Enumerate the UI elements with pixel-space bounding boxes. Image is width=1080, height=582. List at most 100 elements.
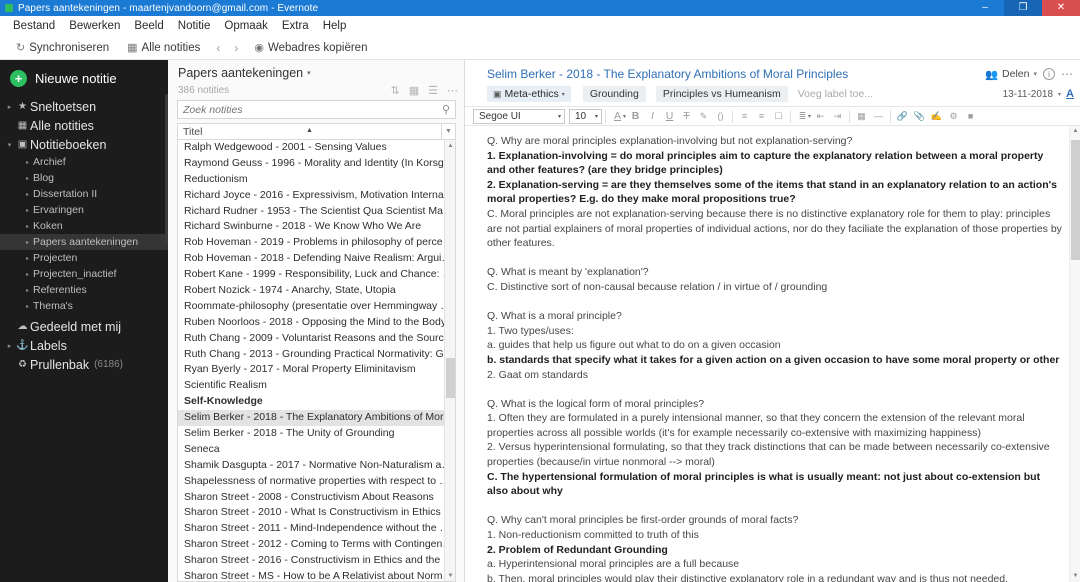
list-item[interactable]: Roommate-philosophy (presentatie over He… <box>178 299 455 315</box>
list-item[interactable]: Shamik Dasgupta - 2017 - Normative Non-N… <box>178 458 455 474</box>
list-item[interactable]: Shapelessness of normative properties wi… <box>178 474 455 490</box>
sort-icon[interactable]: ⇅ <box>391 84 400 97</box>
more-icon[interactable]: ⋯ <box>447 84 458 97</box>
minimize-button[interactable]: – <box>966 0 1004 16</box>
notebook-icon[interactable]: ☰ <box>428 84 438 97</box>
note-list[interactable]: Ralph Wedgewood - 2001 - Sensing Values … <box>177 140 456 582</box>
menu-item-extra[interactable]: Extra <box>275 16 316 36</box>
note-content[interactable]: Q. Why are moral principles explanation-… <box>465 126 1080 582</box>
chevron-down-icon[interactable]: ▾ <box>623 113 626 120</box>
list-item[interactable]: Raymond Geuss - 1996 - Morality and Iden… <box>178 156 455 172</box>
list-item[interactable]: Richard Rudner - 1953 - The Scientist Qu… <box>178 204 455 220</box>
italic-icon[interactable]: I <box>644 107 661 125</box>
menu-item-beeld[interactable]: Beeld <box>127 16 170 36</box>
font-color-A-icon[interactable]: A <box>1066 88 1074 100</box>
code-icon[interactable]: ⚙ <box>945 107 962 125</box>
note-title[interactable]: Selim Berker - 2018 - The Explanatory Am… <box>487 67 979 81</box>
note-date[interactable]: 13-11-2018 ▾ A <box>1003 88 1074 100</box>
view-options-icon[interactable]: ▦ <box>409 84 419 97</box>
sidebar-scrollbar[interactable] <box>165 94 168 244</box>
sidebar-notebook-dissertation-ii[interactable]: ▸ Dissertation II <box>0 186 168 202</box>
sidebar-notebook-blog[interactable]: ▸ Blog <box>0 170 168 186</box>
list-item[interactable]: Sharon Street - 2011 - Mind-Independence… <box>178 521 455 537</box>
list-item[interactable]: Ralph Wedgewood - 2001 - Sensing Values <box>178 140 455 156</box>
forward-button[interactable]: › <box>228 41 244 55</box>
tag-principles-vs-humeanism[interactable]: Principles vs Humeanism <box>655 86 788 102</box>
notebook-selector[interactable]: ▣ Meta-ethics ▾ <box>487 86 571 102</box>
menu-item-bewerken[interactable]: Bewerken <box>62 16 127 36</box>
list-item[interactable]: Richard Swinburne - 2018 - We Know Who W… <box>178 219 455 235</box>
sidebar-notebook-archief[interactable]: ▸ Archief <box>0 154 168 170</box>
sidebar-item-sneltoetsen[interactable]: ▸ ★ Sneltoetsen <box>0 97 168 116</box>
list-item[interactable]: Ryan Byerly - 2017 - Moral Property Elim… <box>178 362 455 378</box>
more-icon[interactable]: ⋯ <box>1061 67 1074 81</box>
indent-icon[interactable]: ⇥ <box>829 107 846 125</box>
list-item[interactable]: Rob Hoveman - 2018 - Defending Naive Rea… <box>178 251 455 267</box>
list-item[interactable]: Sharon Street - 2008 - Constructivism Ab… <box>178 490 455 506</box>
back-button[interactable]: ‹ <box>210 41 226 55</box>
menu-item-notitie[interactable]: Notitie <box>171 16 218 36</box>
menu-item-bestand[interactable]: Bestand <box>6 16 62 36</box>
all-notes-button[interactable]: ▦ Alle notities <box>119 37 208 59</box>
more-format-icon[interactable]: ■ <box>962 107 979 125</box>
outdent-icon[interactable]: ⇤ <box>812 107 829 125</box>
close-button[interactable]: ✕ <box>1042 0 1080 16</box>
column-options-icon[interactable]: ▼ <box>441 124 455 139</box>
list-item[interactable]: Robert Nozick - 1974 - Anarchy, State, U… <box>178 283 455 299</box>
scroll-thumb[interactable] <box>446 358 455 398</box>
search-box[interactable]: ⚲ <box>177 100 456 119</box>
list-item[interactable]: Sharon Street - MS - How to be A Relativ… <box>178 569 455 581</box>
list-item[interactable]: Rob Hoveman - 2019 - Problems in philoso… <box>178 235 455 251</box>
table-icon[interactable]: ▦ <box>853 107 870 125</box>
scroll-thumb[interactable] <box>1071 140 1080 260</box>
bold-icon[interactable]: B <box>627 107 644 125</box>
horizontal-rule-icon[interactable]: — <box>870 107 887 125</box>
sidebar-item-prullenbak[interactable]: ♻ Prullenbak (6186) <box>0 355 168 374</box>
list-item[interactable]: Seneca <box>178 442 455 458</box>
copy-url-button[interactable]: ◉ Webadres kopiëren <box>246 37 375 59</box>
note-list-column-header[interactable]: Titel ▲ ▼ <box>177 123 456 140</box>
menu-item-opmaak[interactable]: Opmaak <box>217 16 274 36</box>
scroll-up-icon[interactable]: ▲ <box>1070 126 1080 137</box>
editor-scrollbar[interactable]: ▲ ▼ <box>1069 126 1080 582</box>
sidebar-item-labels[interactable]: ▸ ⚓ Labels <box>0 336 168 355</box>
list-item[interactable]: Sharon Street - 2012 - Coming to Terms w… <box>178 537 455 553</box>
numbered-list-icon[interactable]: ≡ <box>753 107 770 125</box>
attach-icon[interactable]: 📎 <box>911 107 928 125</box>
list-item[interactable]: Ruben Noorloos - 2018 - Opposing the Min… <box>178 315 455 331</box>
scroll-down-icon[interactable]: ▼ <box>445 570 455 581</box>
scroll-down-icon[interactable]: ▼ <box>1070 571 1080 582</box>
list-item[interactable]: Self-Knowledge <box>178 394 455 410</box>
underline-icon[interactable]: U <box>661 107 678 125</box>
search-icon[interactable]: ⚲ <box>442 103 450 116</box>
sidebar-item-notitieboeken[interactable]: ▾ ▣ Notitieboeken <box>0 135 168 154</box>
sidebar-item-gedeeld-met-mij[interactable]: ☁ Gedeeld met mij <box>0 317 168 336</box>
sidebar-notebook-papers-aantekeningen[interactable]: ▸ Papers aantekeningen <box>0 234 168 250</box>
notebook-title-dropdown[interactable]: Papers aantekeningen ▾ <box>178 66 456 80</box>
list-item[interactable]: Reductionism <box>178 172 455 188</box>
sidebar-notebook-themas[interactable]: ▸ Thema's <box>0 298 168 314</box>
chevron-down-icon[interactable]: ▾ <box>808 113 811 120</box>
list-item[interactable]: Ruth Chang - 2009 - Voluntarist Reasons … <box>178 331 455 347</box>
link-icon[interactable]: 🔗 <box>894 107 911 125</box>
record-icon[interactable]: ✍ <box>928 107 945 125</box>
sidebar-notebook-projecten[interactable]: ▸ Projecten <box>0 250 168 266</box>
highlight-icon[interactable]: ✎ <box>695 107 712 125</box>
sidebar-notebook-ervaringen[interactable]: ▸ Ervaringen <box>0 202 168 218</box>
bullet-list-icon[interactable]: ≡ <box>736 107 753 125</box>
strikethrough-icon[interactable]: T <box>678 107 695 125</box>
new-note-button[interactable]: + Nieuwe notitie <box>0 60 168 97</box>
add-tag-input[interactable]: Voeg label toe... <box>798 88 873 100</box>
font-size-select[interactable]: 10 ▾ <box>569 108 602 124</box>
list-item[interactable]: Scientific Realism <box>178 378 455 394</box>
checkbox-icon[interactable]: ☐ <box>770 107 787 125</box>
menu-item-help[interactable]: Help <box>316 16 354 36</box>
list-item[interactable]: Ruth Chang - 2013 - Grounding Practical … <box>178 347 455 363</box>
scroll-up-icon[interactable]: ▲ <box>445 140 455 151</box>
sidebar-notebook-referenties[interactable]: ▸ Referenties <box>0 282 168 298</box>
search-input[interactable] <box>183 103 442 116</box>
tag-grounding[interactable]: Grounding <box>582 86 646 102</box>
sidebar-notebook-projecten-inactief[interactable]: ▸ Projecten_inactief <box>0 266 168 282</box>
list-item[interactable]: Sharon Street - 2010 - What Is Construct… <box>178 505 455 521</box>
list-item[interactable]: Robert Kane - 1999 - Responsibility, Luc… <box>178 267 455 283</box>
